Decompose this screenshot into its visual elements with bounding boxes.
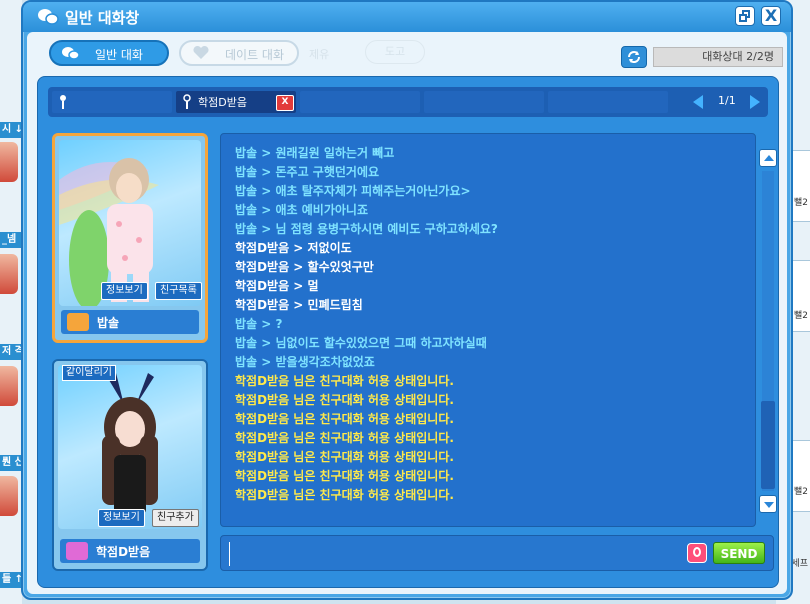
chat-message: 밥솔 > 님 점령 용병구하시면 예비도 구하고하세요? [235,222,498,236]
profile-card-partner: 같이달리기 정보보기 친구추가 학점D받음 [52,359,208,571]
next-page-icon[interactable] [750,95,760,109]
arrow-up-icon [764,155,774,161]
tab-date-chat[interactable]: 데이트 대화 [179,40,299,66]
bg-text: 뻘2 [793,487,808,497]
bg-tag: _넴 [0,232,22,248]
chat-message: 학점D받음 님은 친구대화 허용 상태입니다. [235,412,454,426]
chat-input-bar: SEND [220,535,774,571]
window-body: 일반 대화 데이트 대화 제유 도고 대화상대 2/2명 학점D받음 X 1/1… [27,32,787,594]
tab-label: 일반 대화 [95,48,143,62]
profile-card-self: 정보보기 친구목록 밥솔 [52,133,208,343]
bg-thumbnail [0,476,18,516]
profile-name-bar: 밥솔 [61,310,199,334]
background-left-panel: 시 ↓ _넴 저 격 뤈 신 들 ↑ [0,0,22,604]
bg-text: 세프 [791,559,808,569]
tab-general-chat[interactable]: 일반 대화 [49,40,169,66]
message-list: 밥솔 > 원래길원 일하는거 빼고밥솔 > 돈주고 구햇던거에요밥솔 > 애초 … [221,134,755,505]
chat-message: 학점D받음 > 민폐드립침 [235,298,363,312]
character-avatar-icon [102,373,158,515]
restore-button[interactable] [735,6,755,26]
chat-container: 학점D받음 X 1/1 정보보기 친구목록 밥솔 같이달리기 정보보기 친구추가… [37,76,779,588]
faded-label: 제유 [309,48,330,61]
partner-tab[interactable] [52,91,172,113]
chat-message: 학점D받음 > 저없이도 [235,241,352,255]
chat-bubbles-icon [62,47,80,60]
chat-message: 학점D받음 > 할수있엇구만 [235,260,374,274]
title-bar[interactable]: 일반 대화창 X [23,2,791,32]
close-button[interactable]: X [761,6,781,26]
chat-message: 학점D받음 님은 친구대화 허용 상태입니다. [235,393,454,407]
partner-tab-bar: 학점D받음 X 1/1 [48,87,768,117]
participant-status: 대화상대 2/2명 [653,47,783,67]
scroll-up-button[interactable] [759,149,777,167]
scroll-down-button[interactable] [759,495,777,513]
chat-message: 학점D받음 님은 친구대화 허용 상태입니다. [235,450,454,464]
add-friend-button[interactable]: 친구추가 [152,509,199,527]
view-info-button[interactable]: 정보보기 [98,509,145,527]
partner-tab-selected[interactable]: 학점D받음 X [176,91,296,113]
restore-icon-front [739,14,747,22]
avatar-image [58,365,202,529]
emoticon-icon [693,547,701,557]
tab-label: 데이트 대화 [225,48,285,62]
chat-message: 학점D받음 님은 친구대화 허용 상태입니다. [235,469,454,483]
bg-thumbnail [0,142,18,182]
page-indicator: 1/1 [718,94,736,107]
profile-name: 학점D받음 [96,545,151,559]
chat-scrollbar[interactable] [756,133,780,525]
profile-name: 밥솔 [97,316,120,330]
chat-message: 학점D받음 님은 친구대화 허용 상태입니다. [235,374,454,388]
bg-tag: 뤈 신 [0,455,22,471]
chat-window: 일반 대화창 X 일반 대화 데이트 대화 제유 도고 대화상대 2/2명 학점… [21,0,793,600]
arrow-down-icon [764,502,774,508]
chat-input[interactable] [229,542,684,566]
chat-message: 밥솔 > 애초 탈주자체가 피해주는거아닌가요> [235,184,471,198]
chat-message: 학점D받음 님은 친구대화 허용 상태입니다. [235,488,454,502]
bg-tag: 들 ↑ [0,572,22,588]
bg-tag: 시 ↓ [0,122,22,138]
profile-thumb-icon [67,313,89,331]
close-partner-tab-button[interactable]: X [276,95,294,111]
partner-tab-name: 학점D받음 [198,96,247,109]
person-pin-icon [60,95,66,109]
friend-list-button[interactable]: 친구목록 [155,282,202,300]
partner-tab[interactable] [548,91,668,113]
chat-message: 밥솔 > 원래길원 일하는거 빼고 [235,146,395,160]
window-title: 일반 대화창 [65,9,140,27]
chat-message: 밥솔 > ? [235,317,283,331]
heart-icon [193,45,209,59]
chat-log[interactable]: 밥솔 > 원래길원 일하는거 빼고밥솔 > 돈주고 구햇던거에요밥솔 > 애초 … [220,133,756,527]
view-info-button[interactable]: 정보보기 [101,282,148,300]
faded-button: 도고 [365,40,425,64]
refresh-icon [628,51,640,63]
chat-message: 밥솔 > 받을생각조차없었죠 [235,355,375,369]
chat-message: 밥솔 > 돈주고 구햇던거에요 [235,165,380,179]
chat-message: 학점D받음 > 멀 [235,279,319,293]
profile-name-bar: 학점D받음 [60,539,200,563]
prev-page-icon[interactable] [693,95,703,109]
chat-message: 밥솔 > 님없이도 할수있었으면 그때 하고자하실때 [235,336,487,350]
emoticon-button[interactable] [687,543,707,563]
send-button[interactable]: SEND [713,542,765,564]
chat-bubbles-icon [38,9,59,25]
person-pin-icon [183,94,191,109]
bg-thumbnail [0,366,18,406]
status-ribbon: 같이달리기 [62,365,116,381]
partner-tab[interactable] [300,91,420,113]
chat-message: 학점D받음 님은 친구대화 허용 상태입니다. [235,431,454,445]
partner-tab[interactable] [424,91,544,113]
chat-message: 밥솔 > 애초 예비가아니죠 [235,203,368,217]
profile-thumb-icon [66,542,88,560]
bg-text: 뻘2 [793,198,808,208]
bg-thumbnail [0,254,18,294]
bg-tag: 저 격 [0,344,22,360]
bg-text: 뻘2 [793,311,808,321]
refresh-button[interactable] [621,46,647,68]
scroll-thumb[interactable] [761,401,775,489]
